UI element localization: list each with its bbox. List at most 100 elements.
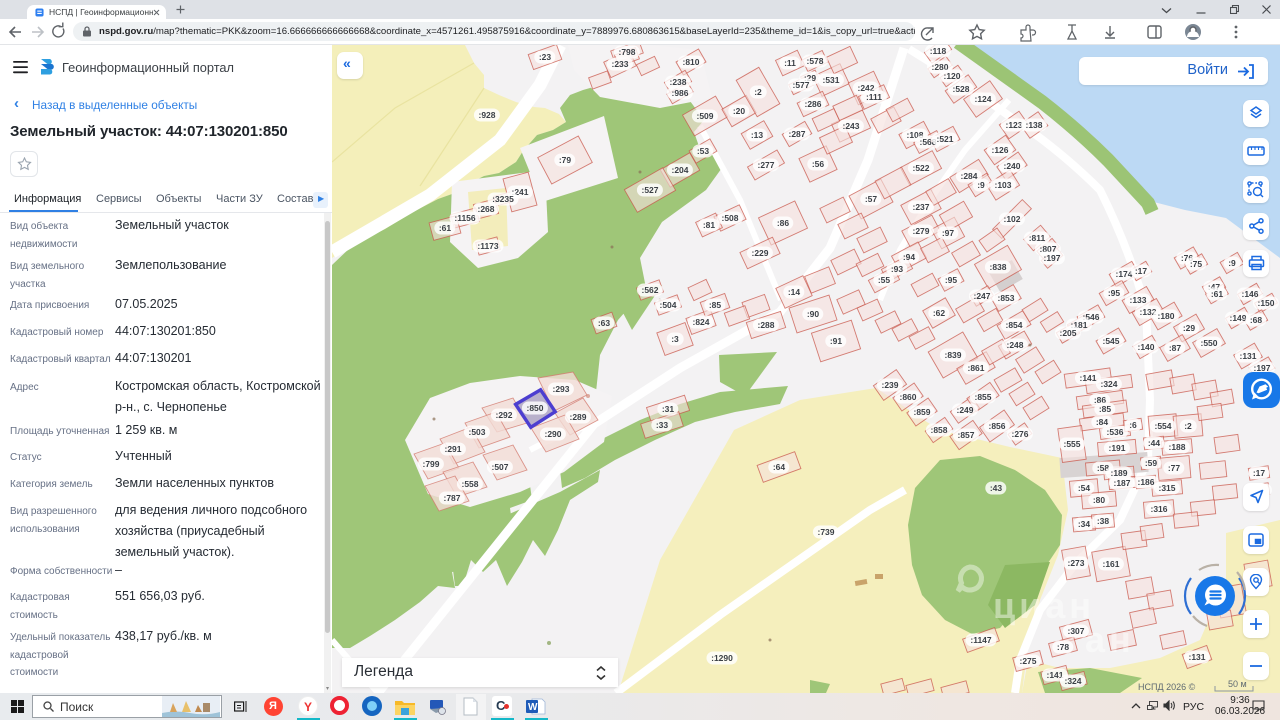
svg-text::87: :87 [1169,343,1182,353]
svg-text::90: :90 [807,309,820,319]
svg-text::161: :161 [1102,559,1119,569]
svg-text:НСПД 2026 ©: НСПД 2026 © [1138,682,1196,692]
svg-text:W: W [528,702,538,713]
svg-text::118: :118 [930,46,947,56]
svg-text::138: :138 [1025,120,1042,130]
svg-text::95: :95 [1108,288,1121,298]
svg-text::1173: :1173 [477,241,499,251]
svg-text::53: :53 [697,146,710,156]
svg-text::2: :2 [754,87,762,97]
svg-text::293: :293 [552,384,569,394]
svg-text::229: :229 [751,248,768,258]
svg-text::798: :798 [618,47,635,57]
svg-text::75: :75 [1190,259,1203,269]
svg-text::860: :860 [899,392,916,402]
svg-text::3: :3 [671,334,679,344]
svg-text::20: :20 [733,106,746,116]
svg-text::858: :858 [930,425,947,435]
svg-text::268: :268 [477,204,494,214]
svg-text::528: :528 [952,84,969,94]
svg-text::187: :187 [1113,478,1130,488]
svg-text::249: :249 [956,405,973,415]
svg-text::141: :141 [1079,373,1096,383]
svg-text::243: :243 [842,121,859,131]
svg-text::43: :43 [990,483,1003,493]
svg-text::204: :204 [671,165,688,175]
svg-text::507: :507 [491,462,508,472]
svg-text::578: :578 [806,56,823,66]
svg-text::838: :838 [989,262,1006,272]
svg-text::531: :531 [822,75,839,85]
svg-text::33: :33 [656,420,669,430]
svg-text::324: :324 [1064,676,1081,686]
svg-text::279: :279 [912,226,929,236]
svg-text::97: :97 [942,228,955,238]
svg-text::186: :186 [1137,477,1154,487]
svg-text::853: :853 [997,293,1014,303]
svg-text::61: :61 [439,223,452,233]
svg-text::550: :550 [1200,338,1217,348]
svg-text::503: :503 [468,427,485,437]
svg-text::150: :150 [1257,298,1274,308]
svg-text::197: :197 [1043,253,1060,263]
svg-text::316: :316 [1150,504,1167,514]
svg-text::57: :57 [865,194,878,204]
svg-text::247: :247 [973,291,990,301]
svg-text::545: :545 [1102,336,1119,346]
svg-text::928: :928 [478,110,495,120]
svg-text::787: :787 [443,493,460,503]
svg-text::855: :855 [974,392,991,402]
svg-text::38: :38 [1097,516,1110,526]
svg-text::856: :856 [988,421,1005,431]
svg-text::29: :29 [1183,323,1196,333]
svg-text::2: :2 [1184,421,1192,431]
svg-text::95: :95 [945,275,958,285]
svg-text::859: :859 [913,407,930,417]
svg-text::13: :13 [751,130,764,140]
svg-text::824: :824 [692,317,709,327]
svg-text::77: :77 [1168,463,1181,473]
svg-text::59: :59 [1145,458,1158,468]
svg-text::64: :64 [773,462,786,472]
svg-text::799: :799 [422,459,439,469]
svg-text:циан: циан [993,585,1095,626]
svg-text::131: :131 [1188,652,1205,662]
svg-text::284: :284 [960,171,977,181]
svg-text::78: :78 [1057,642,1070,652]
svg-text::44: :44 [1148,438,1161,448]
svg-text::62: :62 [933,308,946,318]
svg-text::273: :273 [1067,558,1084,568]
svg-text::17: :17 [1135,266,1148,276]
svg-text::31: :31 [662,404,675,414]
svg-text::558: :558 [461,479,478,489]
svg-text::522: :522 [912,163,929,173]
svg-text::188: :188 [1168,442,1185,452]
svg-text::124: :124 [974,94,991,104]
svg-text::9: :9 [1228,258,1236,268]
svg-text::577: :577 [792,80,809,90]
svg-text::86: :86 [777,218,790,228]
svg-text::102: :102 [1003,214,1020,224]
svg-text::54: :54 [1078,483,1091,493]
svg-text::315: :315 [1158,483,1175,493]
svg-text::103: :103 [994,180,1011,190]
svg-text::133: :133 [1129,295,1146,305]
svg-text::205: :205 [1059,328,1076,338]
svg-text::17: :17 [1253,468,1266,478]
svg-text::240: :240 [1003,161,1020,171]
svg-text::85: :85 [709,300,722,310]
svg-text::9: :9 [977,180,985,190]
svg-text::174: :174 [1115,269,1132,279]
svg-text::233: :233 [611,59,628,69]
svg-text::55: :55 [878,275,891,285]
svg-text::290: :290 [544,429,561,439]
svg-text::527: :527 [641,185,658,195]
svg-text::291: :291 [444,444,461,454]
svg-text::84: :84 [1096,417,1109,427]
svg-text::857: :857 [957,430,974,440]
svg-text::562: :562 [641,285,658,295]
svg-text::248: :248 [1006,340,1023,350]
svg-text::61: :61 [1211,289,1224,299]
svg-text::811: :811 [1029,233,1046,243]
svg-text::536: :536 [1106,427,1123,437]
